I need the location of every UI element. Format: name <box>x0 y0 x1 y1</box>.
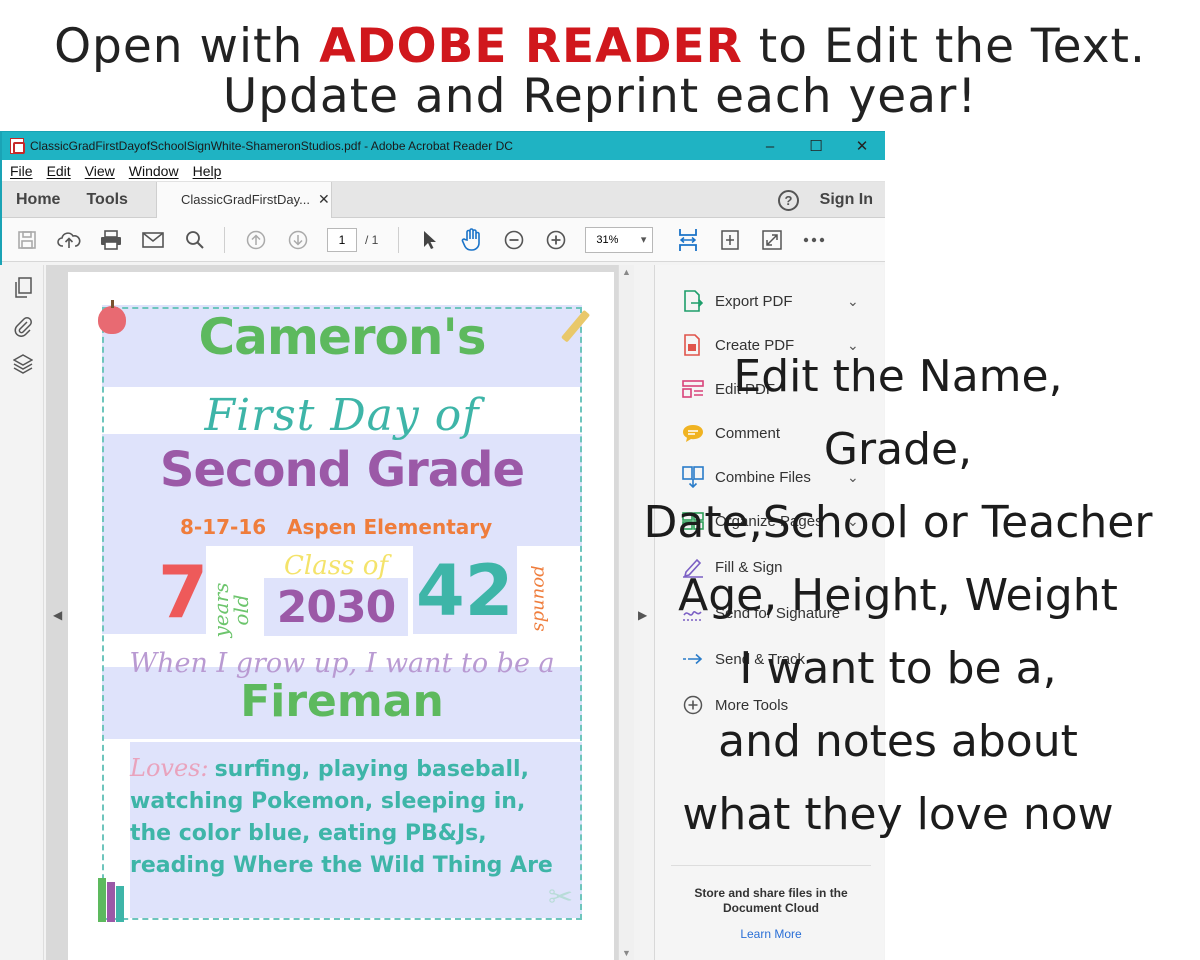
page-down-icon[interactable] <box>285 227 311 253</box>
cloud-upload-icon[interactable] <box>56 227 82 253</box>
loves-field[interactable]: Loves: surfing, playing baseball, watchin… <box>130 752 570 882</box>
scroll-up-icon[interactable]: ▲ <box>622 267 631 277</box>
promo-headline: Open with ADOBE READER to Edit the Text.… <box>0 22 1200 122</box>
menu-bar: File Edit View Window Help <box>2 160 885 182</box>
grow-up-label: When I grow up, I want to be a <box>129 648 555 679</box>
page-up-icon[interactable] <box>243 227 269 253</box>
full-screen-icon[interactable] <box>759 227 785 253</box>
search-icon[interactable] <box>182 227 208 253</box>
print-icon[interactable] <box>98 227 124 253</box>
pdf-file-icon <box>10 138 25 154</box>
age-field[interactable]: 7 <box>158 550 208 634</box>
toolbar-separator <box>398 226 400 253</box>
close-tab-icon[interactable]: ✕ <box>318 191 330 208</box>
fit-page-icon[interactable] <box>675 227 701 253</box>
close-button[interactable]: ✕ <box>839 137 885 155</box>
tab-home[interactable]: Home <box>2 191 72 209</box>
menu-edit[interactable]: Edit <box>47 163 71 179</box>
minimize-button[interactable]: – <box>747 138 793 155</box>
page-thumbnails-icon[interactable] <box>10 277 36 303</box>
first-day-heading: First Day of <box>204 390 480 441</box>
weight-field[interactable]: 42 <box>416 550 513 632</box>
edit-instructions-callout: Edit the Name, Grade, Date,School or Tea… <box>643 351 1153 840</box>
books-icon <box>98 876 126 922</box>
promo-line-1: Open with ADOBE READER to Edit the Text. <box>54 19 1146 74</box>
scroll-down-icon[interactable]: ▼ <box>622 948 631 958</box>
grade-field[interactable]: Second Grade <box>102 442 582 498</box>
email-icon[interactable] <box>140 227 166 253</box>
date-field[interactable]: 8-17-16 <box>180 515 266 539</box>
tab-bar: Home Tools ClassicGradFirstDay... ✕ ? Si… <box>2 181 885 218</box>
child-name-field[interactable]: Cameron's <box>102 308 582 366</box>
class-of-label: Class of <box>284 551 388 581</box>
loves-label: Loves: <box>130 754 209 782</box>
page-count: / 1 <box>365 232 379 247</box>
title-bar: ClassicGradFirstDayofSchoolSignWhite-Sha… <box>2 132 885 160</box>
zoom-in-icon[interactable] <box>543 227 569 253</box>
promo-line-2: Update and Reprint each year! <box>222 69 978 124</box>
hand-tool-icon[interactable] <box>459 227 485 253</box>
learn-more-link[interactable]: Learn More <box>671 927 871 941</box>
left-nav-rail <box>0 265 44 960</box>
layers-icon[interactable] <box>10 353 36 379</box>
class-year-field[interactable]: 2030 <box>266 582 406 633</box>
maximize-button[interactable]: ☐ <box>793 137 839 155</box>
toolbar: 1 / 1 31% <box>2 218 885 262</box>
job-field[interactable]: Fireman <box>102 676 582 727</box>
document-cloud-note: Store and share files in the Document Cl… <box>671 865 871 916</box>
menu-help[interactable]: Help <box>193 163 222 179</box>
select-cursor-icon[interactable] <box>417 227 443 253</box>
menu-view[interactable]: View <box>85 163 115 179</box>
menu-window[interactable]: Window <box>129 163 179 179</box>
zoom-level-select[interactable]: 31% <box>585 226 654 253</box>
collapse-left-panel-icon[interactable]: ◀ <box>53 608 62 622</box>
page-number-input[interactable]: 1 <box>327 227 357 252</box>
document-tab-label: ClassicGradFirstDay... <box>180 192 310 207</box>
adobe-reader-brand: ADOBE READER <box>319 19 743 74</box>
tab-document[interactable]: ClassicGradFirstDay... ✕ <box>155 181 332 218</box>
product-image: Open with ADOBE READER to Edit the Text.… <box>0 0 1200 960</box>
help-icon[interactable]: ? <box>778 190 799 211</box>
sign-in-button[interactable]: Sign In <box>820 191 873 209</box>
rotate-view-icon[interactable] <box>717 227 743 253</box>
save-icon[interactable] <box>14 227 40 253</box>
menu-file[interactable]: File <box>10 163 33 179</box>
scissors-icon: ✂ <box>548 881 574 914</box>
more-options-icon[interactable] <box>801 227 827 253</box>
window-title: ClassicGradFirstDayofSchoolSignWhite-Sha… <box>30 139 513 153</box>
attachments-icon[interactable] <box>10 315 36 341</box>
chevron-down-icon[interactable]: ⌄ <box>847 293 859 310</box>
school-field[interactable]: Aspen Elementary <box>287 515 492 539</box>
tab-tools[interactable]: Tools <box>72 191 139 209</box>
years-old-label: years old <box>209 582 253 638</box>
toolbar-separator <box>224 226 225 253</box>
tool-export-pdf[interactable]: Export PDF ⌄ <box>681 287 859 315</box>
zoom-out-icon[interactable] <box>501 227 527 253</box>
pounds-label: pounds <box>529 565 551 632</box>
export-pdf-icon <box>681 289 705 313</box>
